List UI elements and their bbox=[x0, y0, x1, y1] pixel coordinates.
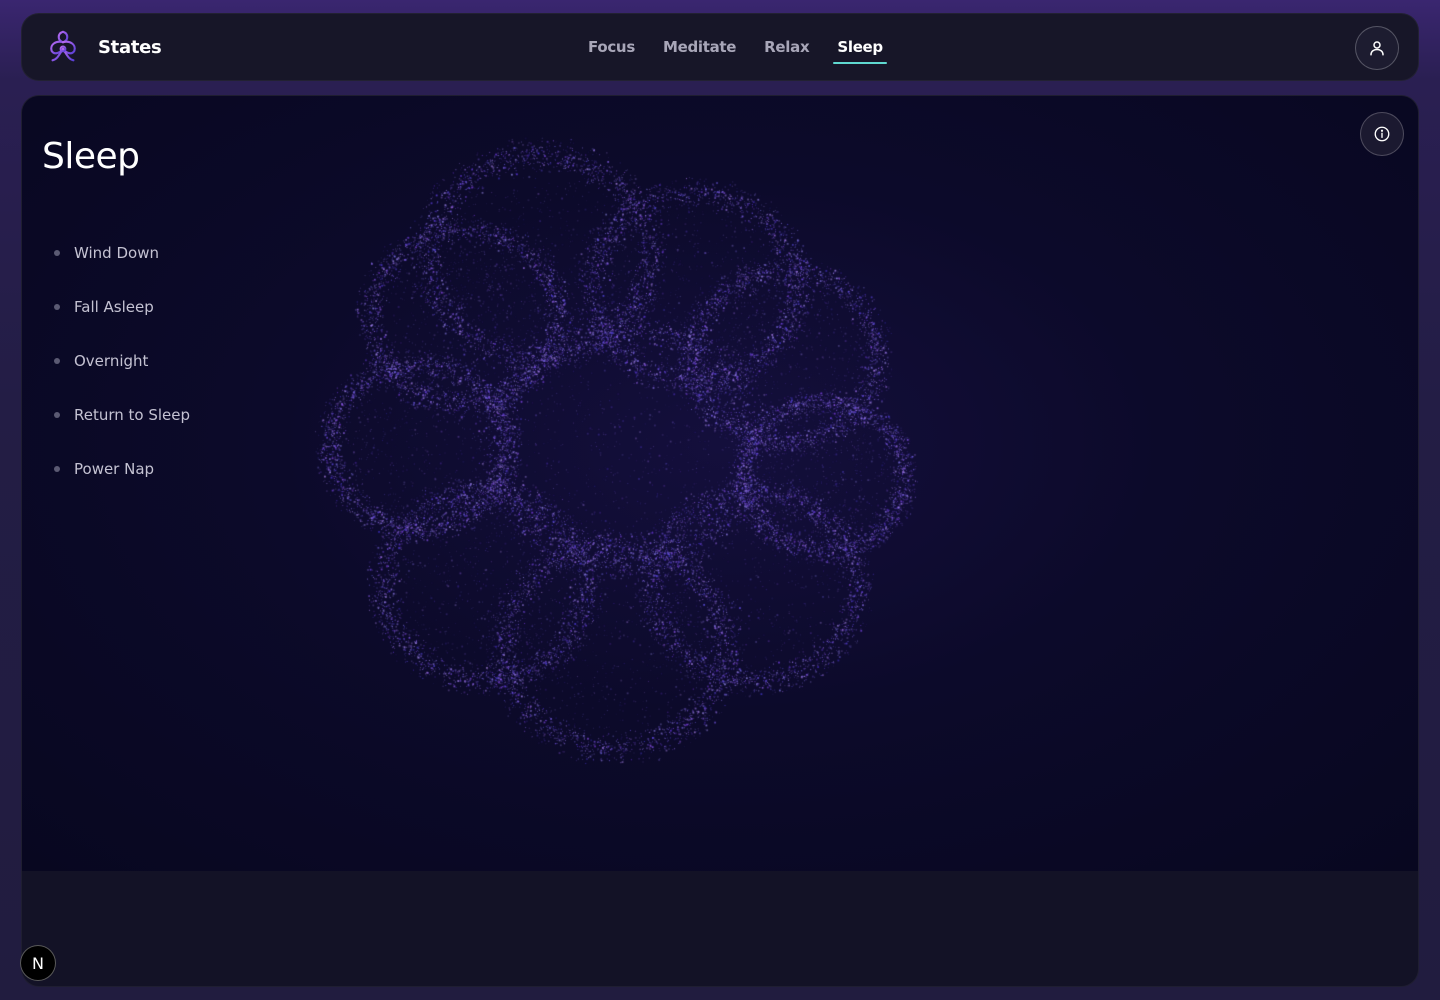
list-item-label: Overnight bbox=[74, 352, 149, 370]
bullet-icon bbox=[54, 466, 60, 472]
info-button[interactable] bbox=[1360, 112, 1404, 156]
list-item-label: Wind Down bbox=[74, 244, 159, 262]
sleep-programs-list: Wind Down Fall Asleep Overnight Return t… bbox=[54, 226, 190, 496]
page-title: Sleep bbox=[42, 136, 140, 177]
list-item-label: Fall Asleep bbox=[74, 298, 154, 316]
top-bar: States Focus Meditate Relax Sleep bbox=[21, 13, 1419, 81]
lotus-knot-icon bbox=[50, 30, 76, 62]
tab-sleep[interactable]: Sleep bbox=[833, 38, 887, 64]
list-item-fall-asleep[interactable]: Fall Asleep bbox=[54, 280, 190, 334]
bullet-icon bbox=[54, 358, 60, 364]
bullet-icon bbox=[54, 412, 60, 418]
list-item-label: Power Nap bbox=[74, 460, 155, 478]
visual-stage: Sleep Wind Down Fall Asleep Overnight Re… bbox=[22, 96, 1418, 871]
tab-meditate[interactable]: Meditate bbox=[663, 38, 737, 62]
bullet-icon bbox=[54, 304, 60, 310]
tab-relax[interactable]: Relax bbox=[764, 38, 809, 62]
main-panel: Sleep Wind Down Fall Asleep Overnight Re… bbox=[21, 95, 1419, 987]
list-item-power-nap[interactable]: Power Nap bbox=[54, 442, 190, 496]
tab-focus[interactable]: Focus bbox=[588, 38, 635, 62]
particle-cloud bbox=[22, 96, 1418, 871]
n-badge-button[interactable]: N bbox=[20, 945, 56, 981]
list-item-return-to-sleep[interactable]: Return to Sleep bbox=[54, 388, 190, 442]
list-item-overnight[interactable]: Overnight bbox=[54, 334, 190, 388]
user-account-button[interactable] bbox=[1355, 26, 1399, 70]
list-item-wind-down[interactable]: Wind Down bbox=[54, 226, 190, 280]
list-item-label: Return to Sleep bbox=[74, 406, 191, 424]
info-icon bbox=[1374, 126, 1390, 142]
n-badge-label: N bbox=[32, 953, 44, 973]
user-icon bbox=[1370, 41, 1384, 56]
bullet-icon bbox=[54, 250, 60, 256]
main-nav: Focus Meditate Relax Sleep bbox=[588, 38, 911, 64]
brand-name: States bbox=[98, 36, 162, 58]
brand[interactable]: States bbox=[44, 28, 162, 66]
